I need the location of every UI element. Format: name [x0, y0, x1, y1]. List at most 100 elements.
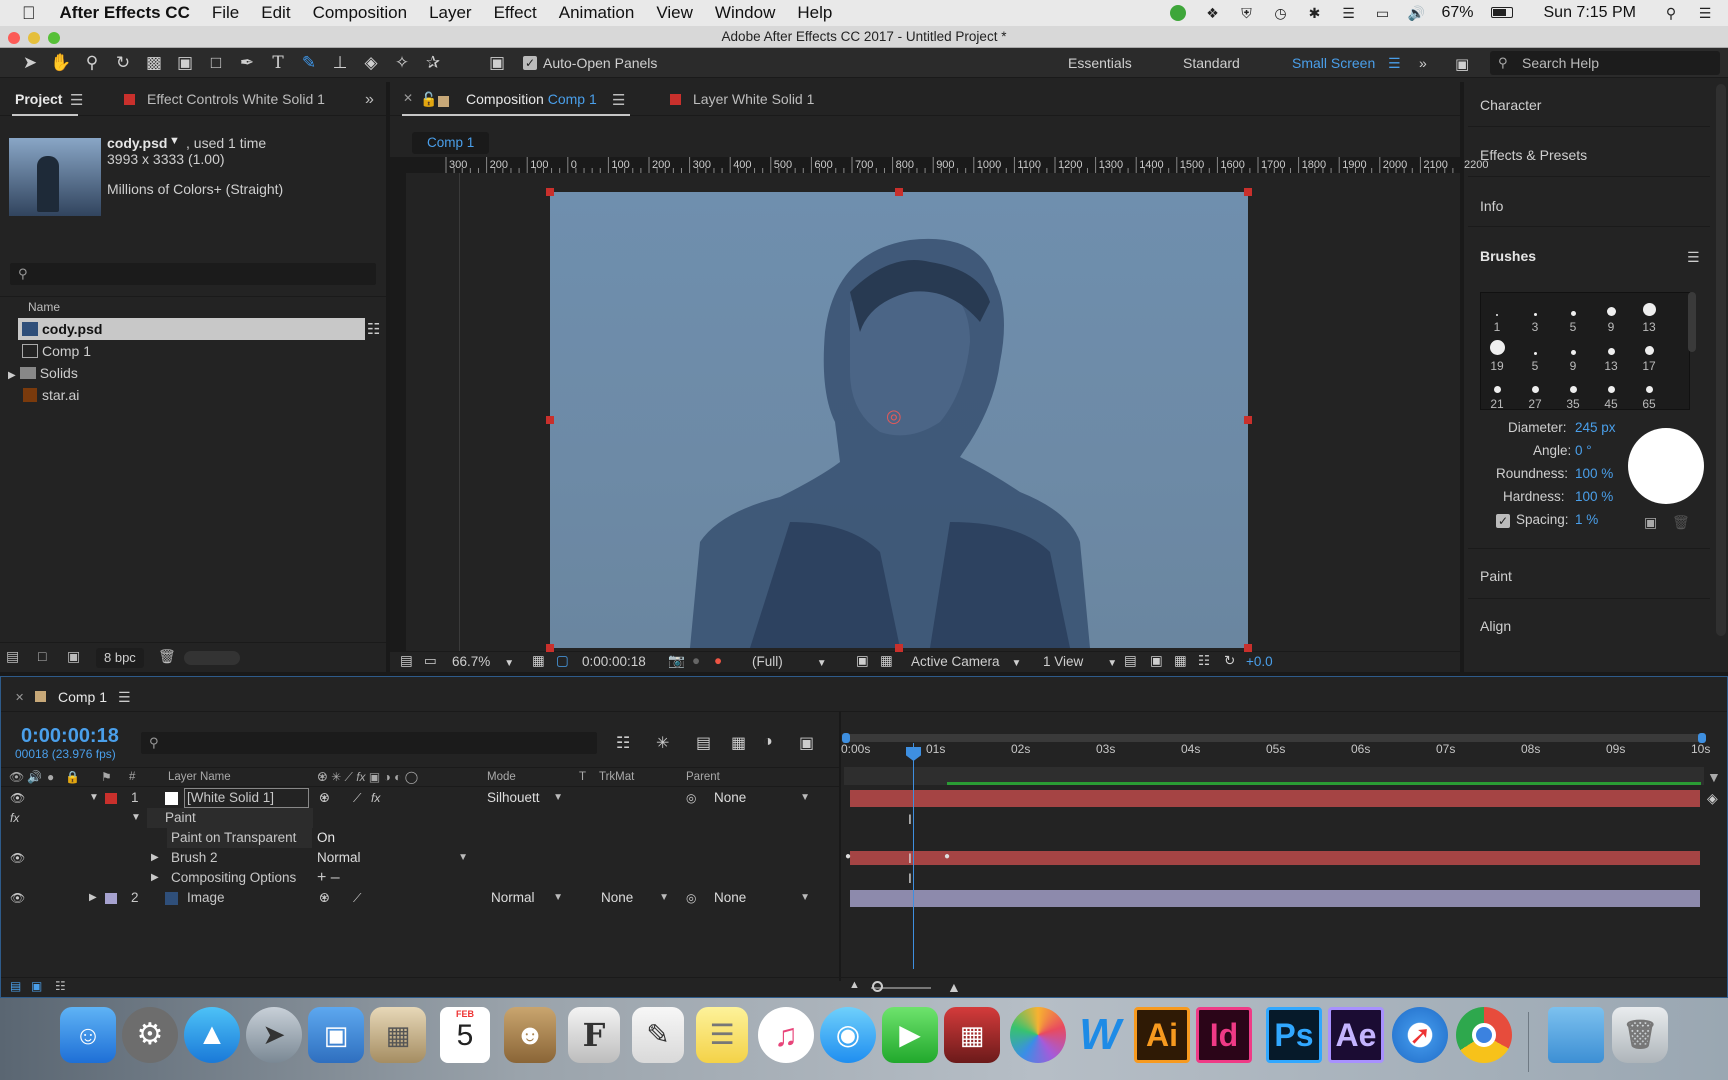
thumbnail-slider[interactable]: [184, 651, 240, 665]
menu-edit[interactable]: Edit: [261, 3, 290, 23]
brush-2-duration-bar[interactable]: [850, 851, 1700, 865]
status-green-icon[interactable]: [1169, 5, 1187, 21]
dock-preview-icon[interactable]: ▦: [370, 1007, 426, 1063]
menubar-clock[interactable]: Sun 7:15 PM: [1544, 4, 1637, 22]
shield-icon[interactable]: ⛨: [1237, 5, 1255, 21]
dock-textedit-icon[interactable]: ✎: [632, 1007, 684, 1063]
sync-settings-icon[interactable]: ▣: [1455, 55, 1469, 73]
shy-switch-icon[interactable]: ♼: [319, 788, 330, 808]
brush-tip-17[interactable]: 17: [1630, 346, 1668, 373]
brush-tip-9[interactable]: 9: [1554, 350, 1592, 373]
project-item-star-ai[interactable]: star.ai: [18, 384, 383, 406]
parent-pickwhip-icon[interactable]: ◎: [686, 888, 696, 908]
layer-expand-icon[interactable]: ▼: [89, 788, 99, 808]
compositing-options-label[interactable]: Compositing Options: [171, 868, 296, 888]
effects-switch-icon[interactable]: fx: [371, 788, 380, 808]
panel-overflow-icon[interactable]: »: [365, 91, 374, 109]
zoom-tool-icon[interactable]: ⚲: [80, 51, 104, 75]
fast-previews-icon[interactable]: ▣: [1150, 653, 1163, 669]
brush-list-scrollbar[interactable]: [1688, 292, 1696, 352]
dropbox-icon[interactable]: ❖: [1203, 5, 1221, 21]
property-row-paint-on-transparent[interactable]: Paint on Transparent On: [1, 828, 839, 848]
draft-3d-icon[interactable]: ✳: [656, 733, 669, 753]
camera-view-dropdown[interactable]: Active Camera ▼: [911, 654, 1021, 669]
motion-blur-icon[interactable]: ◑: [763, 733, 773, 751]
exposure-value[interactable]: +0.0: [1246, 654, 1273, 669]
tab-layer[interactable]: Layer White Solid 1: [670, 91, 814, 107]
project-item-comp-1[interactable]: Comp 1: [18, 340, 383, 362]
vertical-ruler[interactable]: [390, 173, 406, 651]
workspace-essentials[interactable]: Essentials: [1068, 55, 1132, 71]
asset-name[interactable]: cody.psd: [107, 135, 167, 151]
dock-chrome-icon[interactable]: [1456, 1007, 1512, 1063]
zoom-out-icon[interactable]: ▲: [849, 979, 860, 991]
label-tag-icon[interactable]: ⚑: [101, 770, 112, 784]
dependency-flowchart-icon[interactable]: ☷: [367, 320, 380, 338]
brush-tip-5[interactable]: 5: [1516, 352, 1554, 373]
timeline-current-time[interactable]: 0:00:00:18: [21, 725, 119, 748]
reset-exposure-icon[interactable]: ↻: [1224, 653, 1235, 669]
bit-depth-button[interactable]: 8 bpc: [96, 648, 144, 668]
selection-handle[interactable]: [895, 188, 903, 196]
menu-effect[interactable]: Effect: [494, 3, 537, 23]
brush-2-label[interactable]: Brush 2: [171, 848, 218, 868]
selection-handle[interactable]: [895, 644, 903, 652]
workspace-standard[interactable]: Standard: [1183, 55, 1240, 71]
dock-launchpad-icon[interactable]: ➤: [246, 1007, 302, 1063]
panel-info[interactable]: Info: [1480, 198, 1503, 214]
menu-app-name[interactable]: After Effects CC: [60, 3, 190, 23]
brush-tip-9[interactable]: 9: [1592, 307, 1630, 334]
parent-pickwhip-icon[interactable]: ◎: [686, 788, 696, 808]
pen-tool-icon[interactable]: ✒: [235, 51, 259, 75]
airplay-icon[interactable]: ▭: [1373, 5, 1391, 21]
flowchart-icon[interactable]: ☷: [1198, 653, 1210, 669]
clone-stamp-tool-icon[interactable]: ⊥: [328, 51, 352, 75]
property-row-paint[interactable]: fx ▼ Paint: [1, 808, 839, 828]
auto-open-checkbox[interactable]: ✓: [523, 55, 537, 70]
property-row-compositing-options[interactable]: ▶ Compositing Options + –: [1, 868, 839, 888]
snapshot-camera-icon[interactable]: 📷: [668, 653, 685, 669]
property-expand-icon[interactable]: ▼: [131, 808, 141, 828]
selection-handle[interactable]: [1244, 188, 1252, 196]
hardness-value[interactable]: 100 %: [1575, 489, 1613, 504]
timeline-search-input[interactable]: ⚲: [141, 732, 597, 754]
delete-brush-icon[interactable]: 🗑: [1672, 514, 1690, 531]
shy-switch-icon[interactable]: ♼: [319, 888, 330, 908]
property-expand-icon[interactable]: ▶: [151, 848, 159, 868]
window-zoom-button[interactable]: [48, 32, 60, 44]
right-panel-scrollbar[interactable]: [1716, 84, 1726, 636]
brush-2-end-keyframe[interactable]: ●: [944, 851, 950, 862]
shy-layers-icon[interactable]: ▤: [696, 733, 711, 753]
dock-app-store-icon[interactable]: ▲: [184, 1007, 240, 1063]
quality-switch-icon[interactable]: ⟋: [353, 788, 361, 808]
layer-row-1[interactable]: 👁 ▼ 1 [White Solid 1] ♼ ⟋ fx Silhouett ▼ …: [1, 788, 839, 808]
dock-keynote-icon[interactable]: ▣: [308, 1007, 364, 1063]
layer-expand-icon[interactable]: ▶: [89, 888, 97, 908]
panel-effects-presets[interactable]: Effects & Presets: [1480, 147, 1587, 163]
brush-tip-5[interactable]: 5: [1554, 311, 1592, 334]
dock-trash-icon[interactable]: 🗑: [1612, 1007, 1668, 1063]
current-time-indicator-head[interactable]: [906, 747, 921, 761]
new-folder-icon[interactable]: □: [38, 648, 46, 664]
selection-handle[interactable]: [1244, 644, 1252, 652]
dock-indesign-icon[interactable]: Id: [1196, 1007, 1252, 1063]
timeline-link-icon[interactable]: ▦: [1174, 653, 1187, 669]
brush-tip-19[interactable]: 19: [1478, 340, 1516, 373]
timeline-zoom-slider-handle[interactable]: [872, 981, 883, 992]
monitor-icon[interactable]: ▭: [424, 653, 437, 669]
comp-navigator-breadcrumb[interactable]: Comp 1: [412, 132, 490, 154]
angle-value[interactable]: 0 °: [1575, 443, 1592, 458]
layer-parent-dropdown[interactable]: None ▼: [714, 788, 814, 808]
roto-brush-tool-icon[interactable]: ✧: [390, 51, 414, 75]
snap-toggle-icon[interactable]: ▣: [485, 51, 509, 75]
zoom-in-icon[interactable]: ▲: [947, 979, 961, 995]
add-remove-icon[interactable]: + –: [317, 868, 340, 888]
selection-handle[interactable]: [546, 644, 554, 652]
menu-animation[interactable]: Animation: [559, 3, 635, 23]
dock-after-effects-icon[interactable]: Ae: [1328, 1007, 1384, 1063]
brush-tip-13[interactable]: 13: [1592, 348, 1630, 373]
project-item-cody-psd[interactable]: cody.psd: [18, 318, 383, 340]
brush-tip-27[interactable]: 27: [1516, 386, 1554, 411]
quality-switch-icon[interactable]: ⟋: [353, 888, 361, 908]
workspace-small-screen[interactable]: Small Screen: [1292, 55, 1375, 71]
